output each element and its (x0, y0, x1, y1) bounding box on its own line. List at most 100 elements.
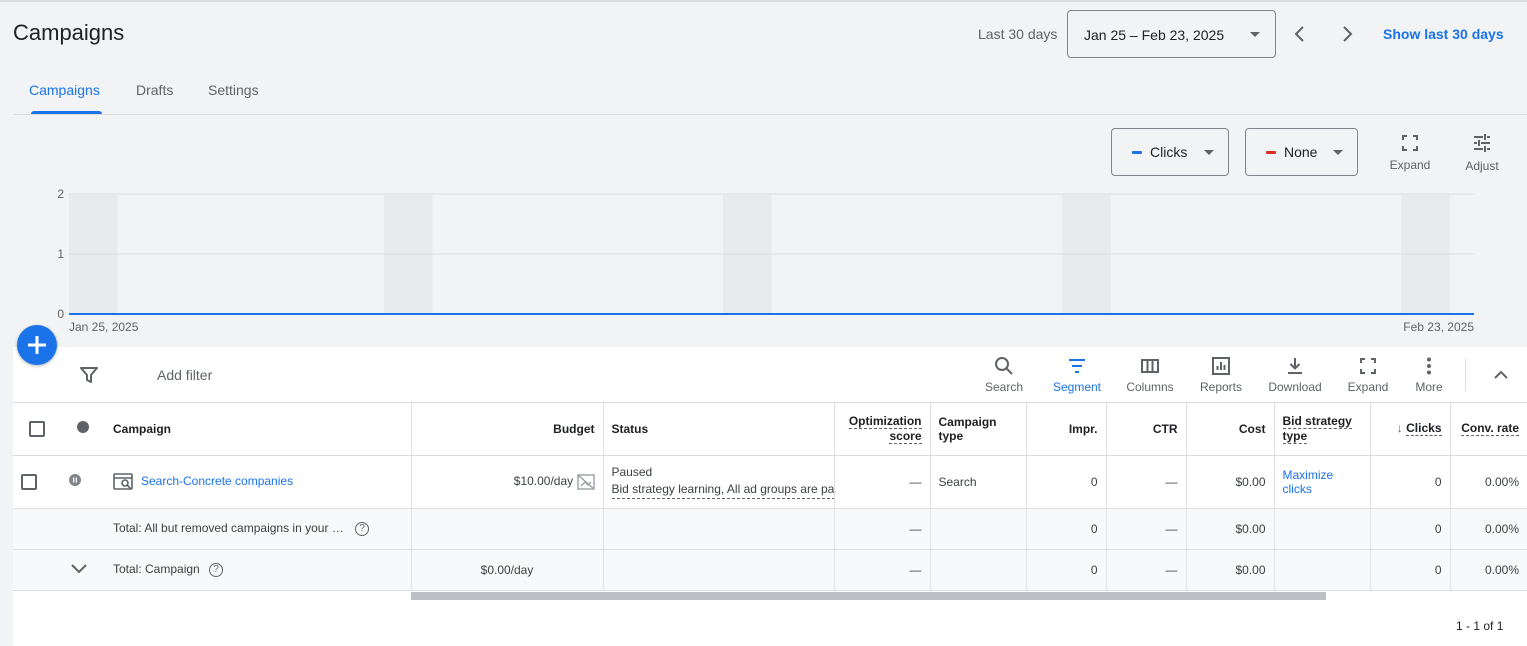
empty-cell (1274, 508, 1371, 550)
select-all-checkbox[interactable] (29, 420, 45, 437)
header-campaign[interactable]: Campaign (105, 403, 412, 456)
chart-adjust-label: Adjust (1465, 159, 1499, 173)
no-image-icon (576, 473, 595, 490)
total-all-ctr: — (1106, 508, 1187, 550)
paused-icon (69, 474, 81, 486)
header-campaign-type[interactable]: Campaign type (930, 403, 1027, 456)
bid-strategy-link-line1[interactable]: Maximize (1283, 468, 1334, 482)
tab-campaigns[interactable]: Campaigns (29, 82, 100, 98)
total-all-label: Total: All but removed campaigns in your… (113, 521, 344, 536)
chart-expand-label: Expand (1389, 158, 1431, 172)
table-row: Search-Concrete companies $10.00/day Pau… (13, 455, 1527, 509)
header-cost[interactable]: Cost (1186, 403, 1275, 456)
search-button[interactable]: Search (969, 356, 1039, 394)
previous-period-button[interactable] (1286, 20, 1314, 48)
more-button[interactable]: More (1394, 356, 1464, 394)
x-axis-end-label: Feb 23, 2025 (1403, 320, 1474, 334)
total-row-all: Total: All but removed campaigns in your… (13, 508, 1527, 550)
download-icon (1288, 358, 1302, 374)
total-campaign-ctr: — (1106, 549, 1187, 591)
table-expand-button[interactable]: Expand (1333, 356, 1403, 394)
metric-2-selector[interactable]: None (1245, 128, 1358, 176)
campaigns-table: Campaign Budget Status Optimization score… (13, 403, 1527, 591)
header-optimization-score-line2: score (889, 428, 922, 444)
create-campaign-button[interactable] (17, 325, 57, 365)
chevron-down-icon[interactable] (69, 558, 89, 578)
table-expand-label: Expand (1347, 380, 1389, 394)
header-impressions[interactable]: Impr. (1026, 403, 1107, 456)
y-tick-label: 2 (57, 187, 64, 201)
segment-icon (1069, 359, 1085, 373)
columns-button[interactable]: Columns (1115, 356, 1185, 394)
header-clicks-label: Clicks (1406, 421, 1442, 437)
toolbar-separator (1465, 359, 1466, 391)
reports-button[interactable]: Reports (1186, 356, 1256, 394)
empty-cell (13, 549, 61, 591)
chevron-down-icon (1250, 32, 1260, 37)
tab-drafts[interactable]: Drafts (136, 82, 173, 98)
header-bid-strategy-type[interactable]: Bid strategy type (1274, 403, 1371, 456)
download-button[interactable]: Download (1260, 356, 1330, 394)
header-conv-rate[interactable]: Conv. rate (1450, 403, 1527, 456)
metric-1-selector[interactable]: Clicks (1111, 128, 1229, 176)
select-all-cell (13, 403, 61, 456)
header-budget[interactable]: Budget (410, 403, 604, 456)
top-border (0, 0, 1527, 2)
header-status[interactable]: Status (602, 403, 835, 456)
next-period-button[interactable] (1333, 20, 1361, 48)
tab-settings[interactable]: Settings (208, 82, 259, 98)
empty-cell (61, 508, 105, 550)
show-last-30-days-link[interactable]: Show last 30 days (1383, 26, 1504, 42)
segment-button[interactable]: Segment (1042, 356, 1112, 394)
chart-adjust-button[interactable]: Adjust (1457, 133, 1507, 173)
filter-button[interactable] (78, 364, 100, 391)
total-campaign-conv-rate: 0.00% (1450, 549, 1527, 591)
metric-2-label: None (1284, 144, 1318, 160)
table-header-row: Campaign Budget Status Optimization score… (13, 403, 1527, 456)
add-filter-input[interactable]: Add filter (157, 367, 212, 383)
performance-chart: 0 1 2 Jan 25, 2025 Feb 23, 2025 (57, 187, 1474, 334)
total-campaign-clicks: 0 (1370, 549, 1451, 591)
metric-2-color-swatch (1266, 151, 1276, 154)
help-icon[interactable]: ? (355, 521, 370, 536)
header-bid-strategy-line1: Bid strategy (1282, 413, 1352, 429)
header-optimization-score[interactable]: Optimization score (833, 403, 931, 456)
total-all-cost: $0.00 (1186, 508, 1275, 550)
empty-cell (602, 549, 835, 591)
total-all-impr: 0 (1026, 508, 1107, 550)
row-status-cell (61, 455, 105, 509)
header-clicks[interactable]: ↓ Clicks (1370, 403, 1451, 456)
cost-cell: $0.00 (1186, 455, 1275, 509)
chevron-up-icon (1494, 370, 1508, 379)
collapse-table-button[interactable] (1490, 364, 1512, 391)
fullscreen-icon (1402, 135, 1418, 151)
bid-strategy-link-line2[interactable]: clicks (1283, 482, 1312, 496)
chevron-down-icon (1204, 150, 1214, 155)
empty-cell (13, 508, 61, 550)
search-campaign-icon (113, 472, 133, 490)
campaign-name-link[interactable]: Search-Concrete companies (141, 474, 293, 488)
x-axis-start-label: Jan 25, 2025 (69, 320, 139, 334)
clicks-cell: 0 (1370, 455, 1451, 509)
status-dot-header (61, 403, 105, 456)
search-label: Search (984, 380, 1024, 394)
empty-cell (1274, 549, 1371, 591)
total-all-label-cell: Total: All but removed campaigns in your… (105, 508, 412, 550)
date-range-picker[interactable]: Jan 25 – Feb 23, 2025 (1067, 10, 1276, 58)
empty-cell (930, 549, 1027, 591)
status-detail[interactable]: Bid strategy learning, All ad groups are… (611, 481, 833, 499)
header-ctr[interactable]: CTR (1106, 403, 1187, 456)
help-icon[interactable]: ? (209, 562, 224, 577)
reports-icon (1212, 357, 1230, 375)
segment-label: Segment (1052, 380, 1102, 394)
chart-expand-button[interactable]: Expand (1385, 134, 1435, 172)
sort-arrow-down-icon: ↓ (1396, 421, 1403, 436)
horizontal-scrollbar[interactable] (411, 592, 1326, 600)
fullscreen-icon (1360, 358, 1376, 374)
row-checkbox[interactable] (21, 473, 37, 490)
status-value: Paused (611, 465, 653, 479)
y-tick-label: 1 (57, 247, 64, 261)
total-campaign-budget: $0.00/day (410, 549, 604, 591)
expand-totals-cell (61, 549, 105, 591)
chevron-left-icon (1294, 26, 1304, 42)
